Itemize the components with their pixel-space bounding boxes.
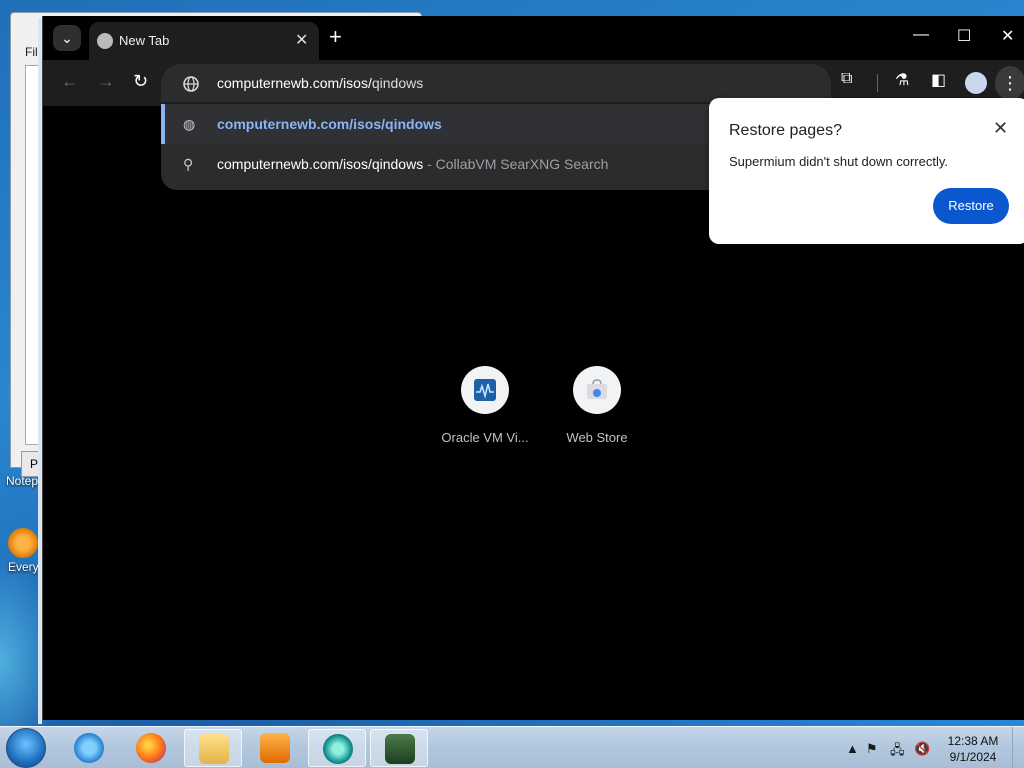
- supermium-icon: [323, 734, 353, 764]
- desktop-icon-everything[interactable]: Every: [0, 528, 40, 574]
- shortcut-label: Web Store: [566, 430, 628, 445]
- taskbar-internet-explorer[interactable]: [60, 729, 118, 767]
- back-icon[interactable]: ←: [61, 72, 79, 90]
- suggestion-desc: - CollabVM SearXNG Search: [423, 156, 609, 172]
- globe-icon: [97, 33, 113, 49]
- internet-explorer-icon: [74, 733, 104, 763]
- shortcut-tile: [573, 366, 621, 414]
- search-icon: ⚲: [183, 156, 194, 172]
- taskbar-file-explorer[interactable]: [184, 729, 242, 767]
- shortcut-label: Oracle VM Vi...: [441, 430, 529, 445]
- clock-date: 9/1/2024: [949, 750, 997, 764]
- shortcut-oracle-vm[interactable]: Oracle VM Vi...: [435, 366, 535, 445]
- tab-close-icon[interactable]: ✕: [295, 30, 308, 50]
- desktop-icon-label: Every: [8, 560, 39, 574]
- task-manager-icon: [385, 734, 415, 764]
- tab-search-button[interactable]: ⌄: [53, 25, 81, 51]
- side-panel-icon[interactable]: ◧: [931, 70, 946, 90]
- shortcut-tile: [461, 366, 509, 414]
- taskbar-supermium[interactable]: [308, 729, 366, 767]
- close-window-icon[interactable]: ✕: [1001, 26, 1014, 46]
- suggestion-url-text: computernewb.com/isos/qindows: [217, 116, 442, 132]
- restore-button[interactable]: Restore: [933, 188, 1009, 224]
- start-button-icon[interactable]: [6, 728, 46, 768]
- browser-window: ⌄ New Tab ✕ + — ☐ ✕ ← → ↻ computernewb.c…: [42, 16, 1024, 720]
- extensions-icon[interactable]: ⧉: [841, 70, 852, 88]
- clock-time: 12:38 AM: [947, 734, 999, 748]
- tab-title: New Tab: [119, 33, 170, 48]
- show-desktop-button[interactable]: [1012, 727, 1024, 768]
- suggestion-query: computernewb.com/isos/qindows: [217, 156, 424, 172]
- desktop-icon-notepad[interactable]: Notep: [0, 474, 40, 488]
- reload-icon[interactable]: ↻: [133, 72, 148, 90]
- globe-icon: ◍: [183, 116, 196, 132]
- url-typed: qindows: [371, 75, 424, 91]
- system-clock[interactable]: 12:38 AM 9/1/2024: [940, 733, 1006, 765]
- shortcut-web-store[interactable]: Web Store: [547, 366, 647, 445]
- desktop-icon-label: Notep: [6, 474, 39, 488]
- labs-flask-icon[interactable]: ⚗: [895, 70, 909, 90]
- maximize-icon[interactable]: ☐: [957, 26, 971, 46]
- dialog-title: Restore pages?: [729, 122, 842, 139]
- folder-icon: [199, 734, 229, 764]
- toolbar-divider: [877, 74, 878, 92]
- suggestion-search-text: computernewb.com/isos/qindows - CollabVM…: [217, 156, 608, 172]
- bg-window-menu[interactable]: Fil: [25, 45, 38, 59]
- firefox-icon: [136, 733, 166, 763]
- address-bar[interactable]: computernewb.com/isos/qindows: [161, 64, 831, 102]
- action-center-flag-icon[interactable]: ⚑: [866, 741, 878, 757]
- taskbar: ▲ ⚑ 🖧 🔇 12:38 AM 9/1/2024: [0, 726, 1024, 768]
- dialog-message: Supermium didn't shut down correctly.: [729, 154, 949, 169]
- forward-icon[interactable]: →: [97, 72, 115, 90]
- taskbar-media-player[interactable]: [246, 729, 304, 767]
- media-player-icon: [260, 733, 290, 763]
- url-prefix: computernewb.com/isos/: [217, 75, 372, 91]
- tray-expand-icon[interactable]: ▲: [846, 741, 859, 756]
- virtualbox-icon: [474, 379, 496, 401]
- new-tab-button[interactable]: +: [329, 26, 342, 48]
- everything-icon: [8, 528, 38, 558]
- globe-icon: [183, 76, 199, 92]
- taskbar-task-manager[interactable]: [370, 729, 428, 767]
- network-icon[interactable]: 🖧: [890, 741, 905, 763]
- profile-avatar-icon[interactable]: [965, 72, 987, 94]
- web-store-icon: [587, 379, 607, 399]
- address-input-text[interactable]: computernewb.com/isos/qindows: [217, 75, 423, 91]
- minimize-icon[interactable]: —: [913, 26, 929, 44]
- taskbar-firefox[interactable]: [122, 729, 180, 767]
- restore-pages-dialog: Restore pages? ✕ Supermium didn't shut d…: [709, 98, 1024, 244]
- chevron-down-icon: ⌄: [61, 30, 73, 46]
- dialog-close-icon[interactable]: ✕: [993, 118, 1008, 139]
- more-menu-icon[interactable]: ⋮: [995, 66, 1024, 100]
- tab-new-tab[interactable]: New Tab ✕: [89, 22, 319, 60]
- tab-strip: ⌄ New Tab ✕ + — ☐ ✕: [43, 16, 1024, 60]
- volume-muted-icon[interactable]: 🔇: [914, 741, 930, 757]
